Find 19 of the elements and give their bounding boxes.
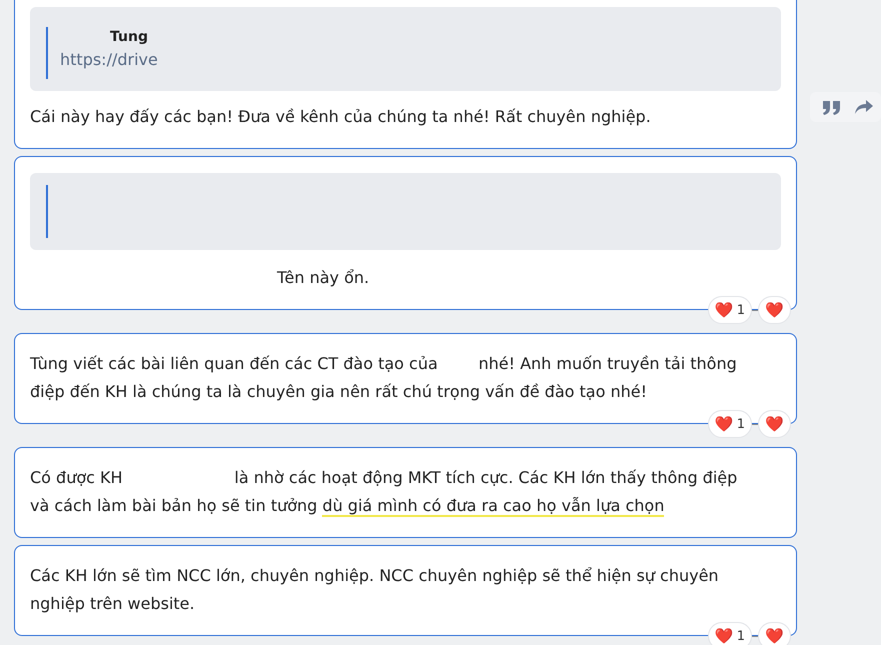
share-icon[interactable] — [854, 99, 874, 115]
message-text: Có được KH là nhờ các hoạt động MKT tích cực. Các KH lớn thấy thông điệp — [30, 468, 738, 487]
reaction-button[interactable]: ❤ — [758, 622, 791, 645]
message-text: Cái này hay đấy các bạn! Đưa về kênh của chúng ta nhé! Rất chuyên nghiệp. — [30, 107, 651, 126]
message-text: điệp đến KH là chúng ta là chuyên gia nên rất chú trọng vấn đề đào tạo nhé! — [30, 382, 647, 401]
message-text: nghiệp trên website. — [30, 594, 195, 613]
quote-author: Tung — [110, 28, 149, 47]
message-text: Các KH lớn sẽ tìm NCC lớn, chuyên nghiệp. NCC chuyên nghiệp sẽ thể hiện sự chuyên — [30, 566, 719, 585]
message-text: Tùng viết các bài liên quan đến các CT đào tạo của nhé! Anh muốn truyền tải thông — [30, 354, 737, 373]
message-text: Tên này ổn. — [277, 268, 370, 287]
reaction-button[interactable]: ❤ 1 — [708, 410, 752, 438]
reaction-button[interactable]: ❤ 1 — [708, 622, 752, 645]
reaction-button[interactable]: ❤ — [758, 296, 791, 324]
reaction-button[interactable]: ❤ — [758, 410, 791, 438]
underlined-text: dù giá mình có đưa ra cao họ vẫn lựa chọn — [322, 496, 664, 517]
quote-icon[interactable] — [822, 99, 842, 115]
reaction-button[interactable]: ❤ 1 — [708, 296, 752, 324]
message-text: và cách làm bài bản họ sẽ tin tưởng — [30, 496, 318, 515]
quote-text: https://drive — [60, 49, 158, 71]
